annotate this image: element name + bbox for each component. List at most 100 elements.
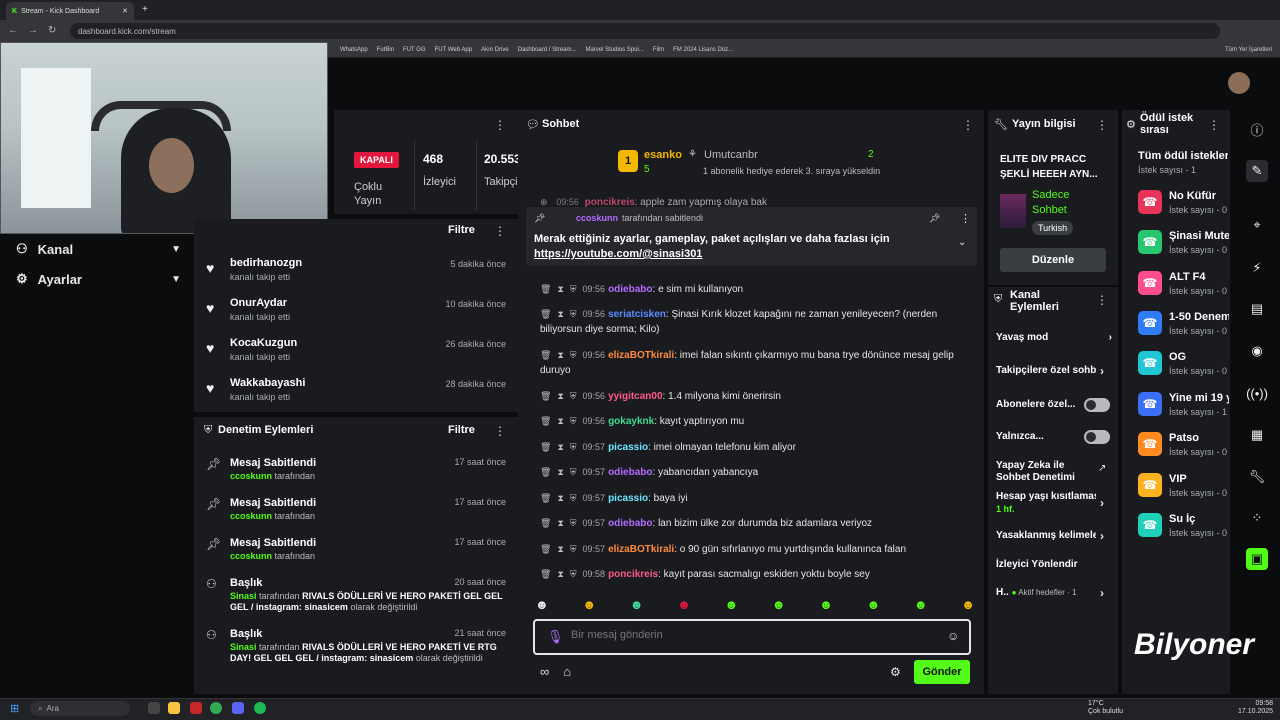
emote-icon[interactable]: ☻ <box>582 597 596 615</box>
message-user[interactable]: picassio <box>608 442 648 453</box>
wrench-icon[interactable]: 🔧︎ <box>1246 466 1268 488</box>
message-user[interactable]: odiebabo <box>608 284 652 295</box>
forward-icon[interactable]: → <box>28 25 38 36</box>
address-bar[interactable]: dashboard.kick.com/stream <box>70 23 1220 39</box>
action-user[interactable]: ccoskunn <box>230 471 272 481</box>
follower-name[interactable]: Wakkabayashi <box>230 377 305 389</box>
message-user[interactable]: poncikreis <box>608 569 658 580</box>
more-icon[interactable]: ⋮ <box>494 118 506 132</box>
emote-icon[interactable]: ☻ <box>914 597 928 615</box>
windows-start-icon[interactable]: ⊞ <box>10 702 19 715</box>
document-icon[interactable]: ▤ <box>1246 298 1268 320</box>
trash-icon[interactable]: 🗑︎ <box>540 391 551 401</box>
pinned-link[interactable]: https://youtube.com/@sinasi301 <box>534 248 702 260</box>
message-input[interactable] <box>571 629 941 641</box>
emote-icon[interactable]: ☻ <box>724 597 738 615</box>
bookmark-item[interactable]: FUT Web App <box>435 47 472 53</box>
trash-icon[interactable]: 🗑︎ <box>540 284 551 294</box>
message-user[interactable]: elizaBOTkirali <box>608 544 674 555</box>
message-user[interactable]: odiebabo <box>608 467 652 478</box>
bookmark-item[interactable]: FUT GG <box>403 47 426 53</box>
chevron-down-icon[interactable]: ⌄ <box>958 237 966 248</box>
emote-icon[interactable]: ☻ <box>772 597 786 615</box>
clapper-icon[interactable]: ▣ <box>1246 548 1268 570</box>
timeout-icon[interactable]: ⧗ <box>557 467 563 477</box>
taskbar-search[interactable]: ⌕ Ara <box>30 701 130 716</box>
message-user[interactable]: seriatcisken <box>608 309 666 320</box>
timeout-icon[interactable]: ⧗ <box>557 416 563 426</box>
timeout-icon[interactable]: ⧗ <box>557 518 563 528</box>
discord-icon[interactable] <box>232 702 244 714</box>
lightning-icon[interactable]: ⚡︎ <box>1246 257 1268 279</box>
bookmark-item[interactable]: FM 2024 Lisans Düz... <box>673 47 733 53</box>
follower-name[interactable]: OnurAydar <box>230 297 287 309</box>
message-user[interactable]: odiebabo <box>608 518 652 529</box>
emotes-only-toggle[interactable] <box>1084 430 1110 444</box>
message-user[interactable]: gokayknk <box>608 416 654 427</box>
bookmark-item-all[interactable]: Tüm Yer İşaretleri <box>1225 47 1272 53</box>
emote-icon[interactable]: ☻ <box>630 597 644 615</box>
more-icon[interactable]: ⋮ <box>960 212 971 225</box>
bookmark-item[interactable]: Akın Drive <box>481 47 509 53</box>
emote-icon[interactable]: ☻ <box>961 597 975 615</box>
trash-icon[interactable]: 🗑︎ <box>540 569 551 579</box>
trash-icon[interactable]: 🗑︎ <box>540 467 551 477</box>
emoji-icon[interactable]: ☺ <box>947 629 959 643</box>
spotify-icon[interactable] <box>254 702 266 714</box>
focus-icon[interactable]: ⌖ <box>1246 214 1268 236</box>
ban-icon[interactable]: ⛨ <box>570 493 577 503</box>
unpin-icon[interactable]: 📌︎ <box>929 213 940 224</box>
new-tab-button[interactable]: + <box>142 4 148 15</box>
chat-bubble-icon[interactable]: ◉ <box>1246 340 1268 362</box>
more-icon[interactable]: ⋮ <box>1096 293 1108 307</box>
message-user[interactable]: picassio <box>608 493 648 504</box>
apps-icon[interactable]: ⁘ <box>1246 507 1268 529</box>
timeout-icon[interactable]: ⧗ <box>557 391 563 401</box>
gear-icon[interactable]: ⚙ <box>890 665 901 679</box>
back-icon[interactable]: ← <box>8 25 18 36</box>
layout-icon[interactable]: ▦ <box>1246 424 1268 446</box>
send-button[interactable]: Gönder <box>914 660 970 684</box>
emote-icon[interactable]: ☻ <box>819 597 833 615</box>
ban-icon[interactable]: ⛨ <box>570 284 577 294</box>
more-icon[interactable]: ⋮ <box>962 118 974 132</box>
chat-input[interactable]: 🎙︎ ☺ <box>533 619 971 655</box>
info-icon[interactable]: ⓘ <box>1246 118 1268 140</box>
timeout-icon[interactable]: ⧗ <box>557 442 563 452</box>
emote-icon[interactable]: ☻ <box>677 597 691 615</box>
bookmark-item[interactable]: Dashboard / Stream... <box>518 47 577 53</box>
ban-icon[interactable]: ⛨ <box>570 544 577 554</box>
bookmark-item[interactable]: WhatsApp <box>340 47 368 53</box>
microphone-icon[interactable]: 🎙︎ <box>547 629 564 645</box>
all-requests[interactable]: Tüm ödül istekleri <box>1138 150 1228 162</box>
nav-item-ayarlar[interactable]: ⚙ Ayarlar ▼ <box>16 271 181 287</box>
ban-icon[interactable]: ⛨ <box>570 518 577 528</box>
follower-name[interactable]: KocaKuzgun <box>230 337 297 349</box>
points-icon[interactable]: ∞ <box>540 664 549 679</box>
avatar[interactable] <box>1228 72 1250 94</box>
ban-icon[interactable]: ⛨ <box>570 467 577 477</box>
weather-widget[interactable]: 17°C Çok bulutlu <box>1088 700 1123 716</box>
broadcast-icon[interactable]: ((•)) <box>1246 382 1268 404</box>
action-banned-words[interactable]: Yasaklanmış kelimeler <box>996 530 1096 542</box>
browser-tab[interactable]: K Stream - Kick Dashboard ✕ <box>6 2 134 20</box>
action-followers-only[interactable]: Takipçilere özel sohbet <box>996 365 1096 377</box>
ban-icon[interactable]: ⛨ <box>570 309 577 319</box>
action-account-age[interactable]: Hesap yaşı kısıtlaması <box>996 491 1096 503</box>
more-icon[interactable]: ⋮ <box>1208 118 1220 132</box>
ban-icon[interactable]: ⛨ <box>570 569 577 579</box>
action-user[interactable]: ccoskunn <box>230 551 272 561</box>
ban-icon[interactable]: ⛨ <box>570 416 577 426</box>
trash-icon[interactable]: 🗑︎ <box>540 309 551 319</box>
bookmark-item[interactable]: FutBin <box>377 47 394 53</box>
timeout-icon[interactable]: ⧗ <box>557 309 563 319</box>
top-gifter-name[interactable]: esanko <box>644 149 682 161</box>
timeout-icon[interactable]: ⧗ <box>557 544 563 554</box>
ban-icon[interactable]: ⛨ <box>570 442 577 452</box>
timeout-icon[interactable]: ⧗ <box>557 350 563 360</box>
chrome-icon[interactable] <box>210 702 222 714</box>
gifter-name[interactable]: Umutcanbr <box>704 149 758 161</box>
filter-button[interactable]: Filtre <box>448 424 475 436</box>
trash-icon[interactable]: 🗑︎ <box>540 493 551 503</box>
file-explorer-icon[interactable] <box>168 702 180 714</box>
